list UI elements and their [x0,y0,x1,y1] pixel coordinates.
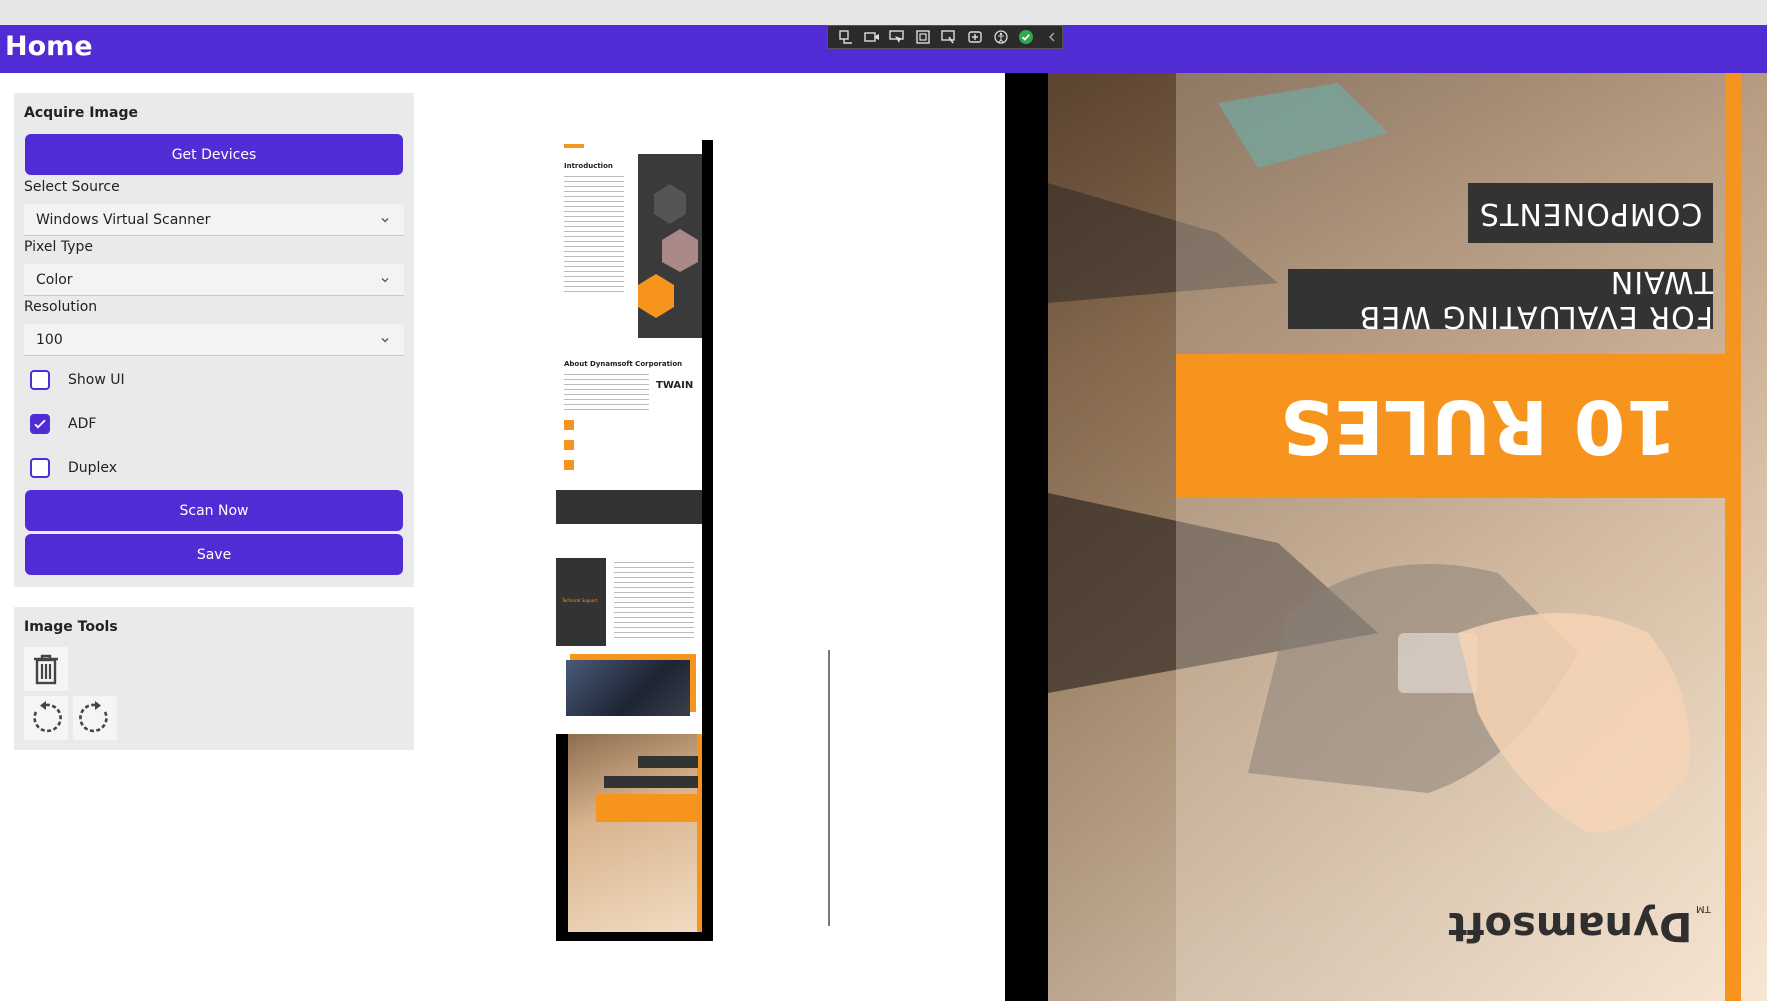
thumbnail-1-heading: Introduction [564,162,613,170]
title-subtitle-band: FOR EVALUATING WEB TWAIN [1288,264,1713,334]
show-ui-label: Show UI [68,372,125,388]
thumbnail-page-3[interactable]: Technical Support [556,536,702,734]
title-main-band: 10 RULES [1176,354,1725,498]
check-icon [34,419,46,429]
title-components: COMPONENTS [1478,195,1703,231]
acquire-image-panel: Acquire Image Get Devices Select Source … [14,93,414,587]
title-components-band: COMPONENTS [1468,183,1713,243]
chevron-down-icon [380,273,390,289]
display-layout-adorners-icon[interactable] [913,28,933,46]
record-icon[interactable] [862,28,882,46]
duplex-label: Duplex [68,460,118,476]
title-main: 10 RULES [1280,383,1677,469]
brand-name: Dynamsoft [1448,903,1693,949]
document-page: COMPONENTS FOR EVALUATING WEB TWAIN 10 R… [1048,73,1767,1001]
twain-logo: TWAIN [656,380,694,391]
live-visual-tree-icon[interactable] [836,28,856,46]
source-select-value: Windows Virtual Scanner [36,211,211,228]
resolution-select[interactable]: 100 [24,324,404,356]
rotate-left-icon [33,701,62,733]
image-viewer[interactable]: COMPONENTS FOR EVALUATING WEB TWAIN 10 R… [1005,73,1767,1001]
pixel-type-select[interactable]: Color [24,264,404,296]
pixel-type-label: Pixel Type [24,239,93,255]
select-source-label: Select Source [24,179,120,195]
track-focus-icon[interactable] [939,28,959,46]
source-select[interactable]: Windows Virtual Scanner [24,204,404,236]
adf-checkbox[interactable] [30,414,50,434]
thumbnail-2-heading: About Dynamsoft Corporation [564,360,683,368]
get-devices-button[interactable]: Get Devices [25,134,403,175]
thumbnail-page-2[interactable]: About Dynamsoft Corporation TWAIN [556,338,702,536]
thumbnail-3-label: Technical Support [562,598,598,603]
debug-toolbar [827,25,1063,49]
acquire-image-title: Acquire Image [24,105,138,121]
show-ui-checkbox[interactable] [30,370,50,390]
page-title: Home [5,31,93,62]
thumbnail-page-4[interactable] [556,734,702,932]
scan-now-button[interactable]: Scan Now [25,490,403,531]
select-element-icon[interactable] [888,28,908,46]
hexagon-graphic [638,184,698,318]
window-top-strip [0,0,1767,25]
delete-button[interactable] [24,647,68,691]
save-button[interactable]: Save [25,534,403,575]
rotate-left-button[interactable] [24,696,68,740]
chevron-down-icon [380,213,390,229]
pixel-type-select-value: Color [36,271,73,288]
chevron-down-icon [380,333,390,349]
resolution-select-value: 100 [36,331,63,348]
brand-tm: TM [1696,903,1711,914]
adf-label: ADF [68,416,97,432]
scroll-divider [828,650,830,926]
trash-icon [34,654,58,685]
image-tools-panel: Image Tools [14,607,414,750]
thumbnail-strip[interactable]: Introduction About Dynamsoft Corporation… [556,140,713,941]
binding-failures-icon[interactable] [965,28,985,46]
dynamsoft-logo: Dynamsoft TM [1448,903,1711,949]
collapse-icon[interactable] [1042,28,1062,46]
image-tools-title: Image Tools [24,619,118,635]
duplex-checkbox[interactable] [30,458,50,478]
hot-reload-status-icon[interactable] [1016,28,1036,46]
rotate-right-button[interactable] [73,696,117,740]
title-subtitle: FOR EVALUATING WEB TWAIN [1358,264,1713,334]
rotate-right-icon [79,701,108,733]
resolution-label: Resolution [24,299,98,315]
thumbnail-page-1[interactable]: Introduction [556,140,702,338]
accessibility-icon[interactable] [991,28,1011,46]
